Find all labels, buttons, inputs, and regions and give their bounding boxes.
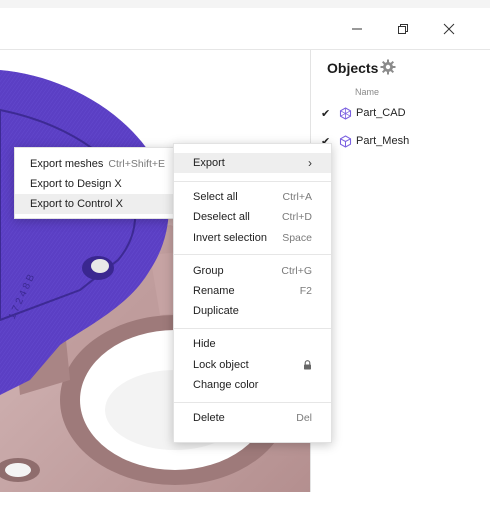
menu-item-lock-object[interactable]: Lock object <box>174 355 331 375</box>
menu-separator <box>174 328 331 329</box>
menu-item-export-meshes[interactable]: Export meshes Ctrl+Shift+E <box>15 154 173 174</box>
menu-separator <box>174 254 331 255</box>
bottom-bar <box>0 492 490 508</box>
menu-item-deselect-all[interactable]: Deselect all Ctrl+D <box>174 207 331 227</box>
menu-item-rename[interactable]: Rename F2 <box>174 281 331 301</box>
object-row-part-cad[interactable]: ✔ Part_CAD <box>311 102 490 126</box>
cad-part-icon <box>339 107 352 120</box>
menu-separator <box>174 402 331 403</box>
menu-item-duplicate[interactable]: Duplicate <box>174 301 331 321</box>
menu-item-group[interactable]: Group Ctrl+G <box>174 261 331 281</box>
restore-button[interactable] <box>380 16 426 42</box>
export-submenu: Export meshes Ctrl+Shift+E Export to Des… <box>14 147 174 219</box>
menu-separator <box>174 181 331 182</box>
menu-item-select-all[interactable]: Select all Ctrl+A <box>174 187 331 207</box>
menu-item-invert-selection[interactable]: Invert selection Space <box>174 228 331 248</box>
minimize-icon <box>352 28 362 30</box>
object-label: Part_CAD <box>356 107 406 119</box>
visibility-check[interactable]: ✔ <box>321 107 330 120</box>
gear-icon[interactable] <box>380 59 396 75</box>
menu-item-hide[interactable]: Hide <box>174 334 331 354</box>
chevron-right-icon: › <box>308 156 312 170</box>
menu-item-export-control-x[interactable]: Export to Control X <box>15 194 173 214</box>
menu-item-change-color[interactable]: Change color <box>174 375 331 395</box>
menu-item-delete[interactable]: Delete Del <box>174 408 331 428</box>
context-menu: Export › Select all Ctrl+A Deselect all … <box>173 143 332 443</box>
object-row-part-mesh[interactable]: ✔ Part_Mesh <box>311 130 490 154</box>
menu-item-export-design-x[interactable]: Export to Design X <box>15 174 173 194</box>
object-label: Part_Mesh <box>356 135 410 147</box>
name-column-header[interactable]: Name <box>355 87 379 97</box>
objects-panel: Objects Name ✔ Part_CAD ✔ Part_Mesh <box>310 50 490 492</box>
lock-icon <box>304 360 311 370</box>
mesh-part-icon <box>339 135 352 148</box>
close-icon <box>443 23 455 35</box>
close-button[interactable] <box>426 16 472 42</box>
objects-title: Objects <box>327 60 379 76</box>
title-bar <box>0 8 490 50</box>
restore-icon <box>398 24 408 34</box>
minimize-button[interactable] <box>334 16 380 42</box>
top-strip <box>0 0 490 8</box>
menu-item-export[interactable]: Export › <box>174 153 331 173</box>
